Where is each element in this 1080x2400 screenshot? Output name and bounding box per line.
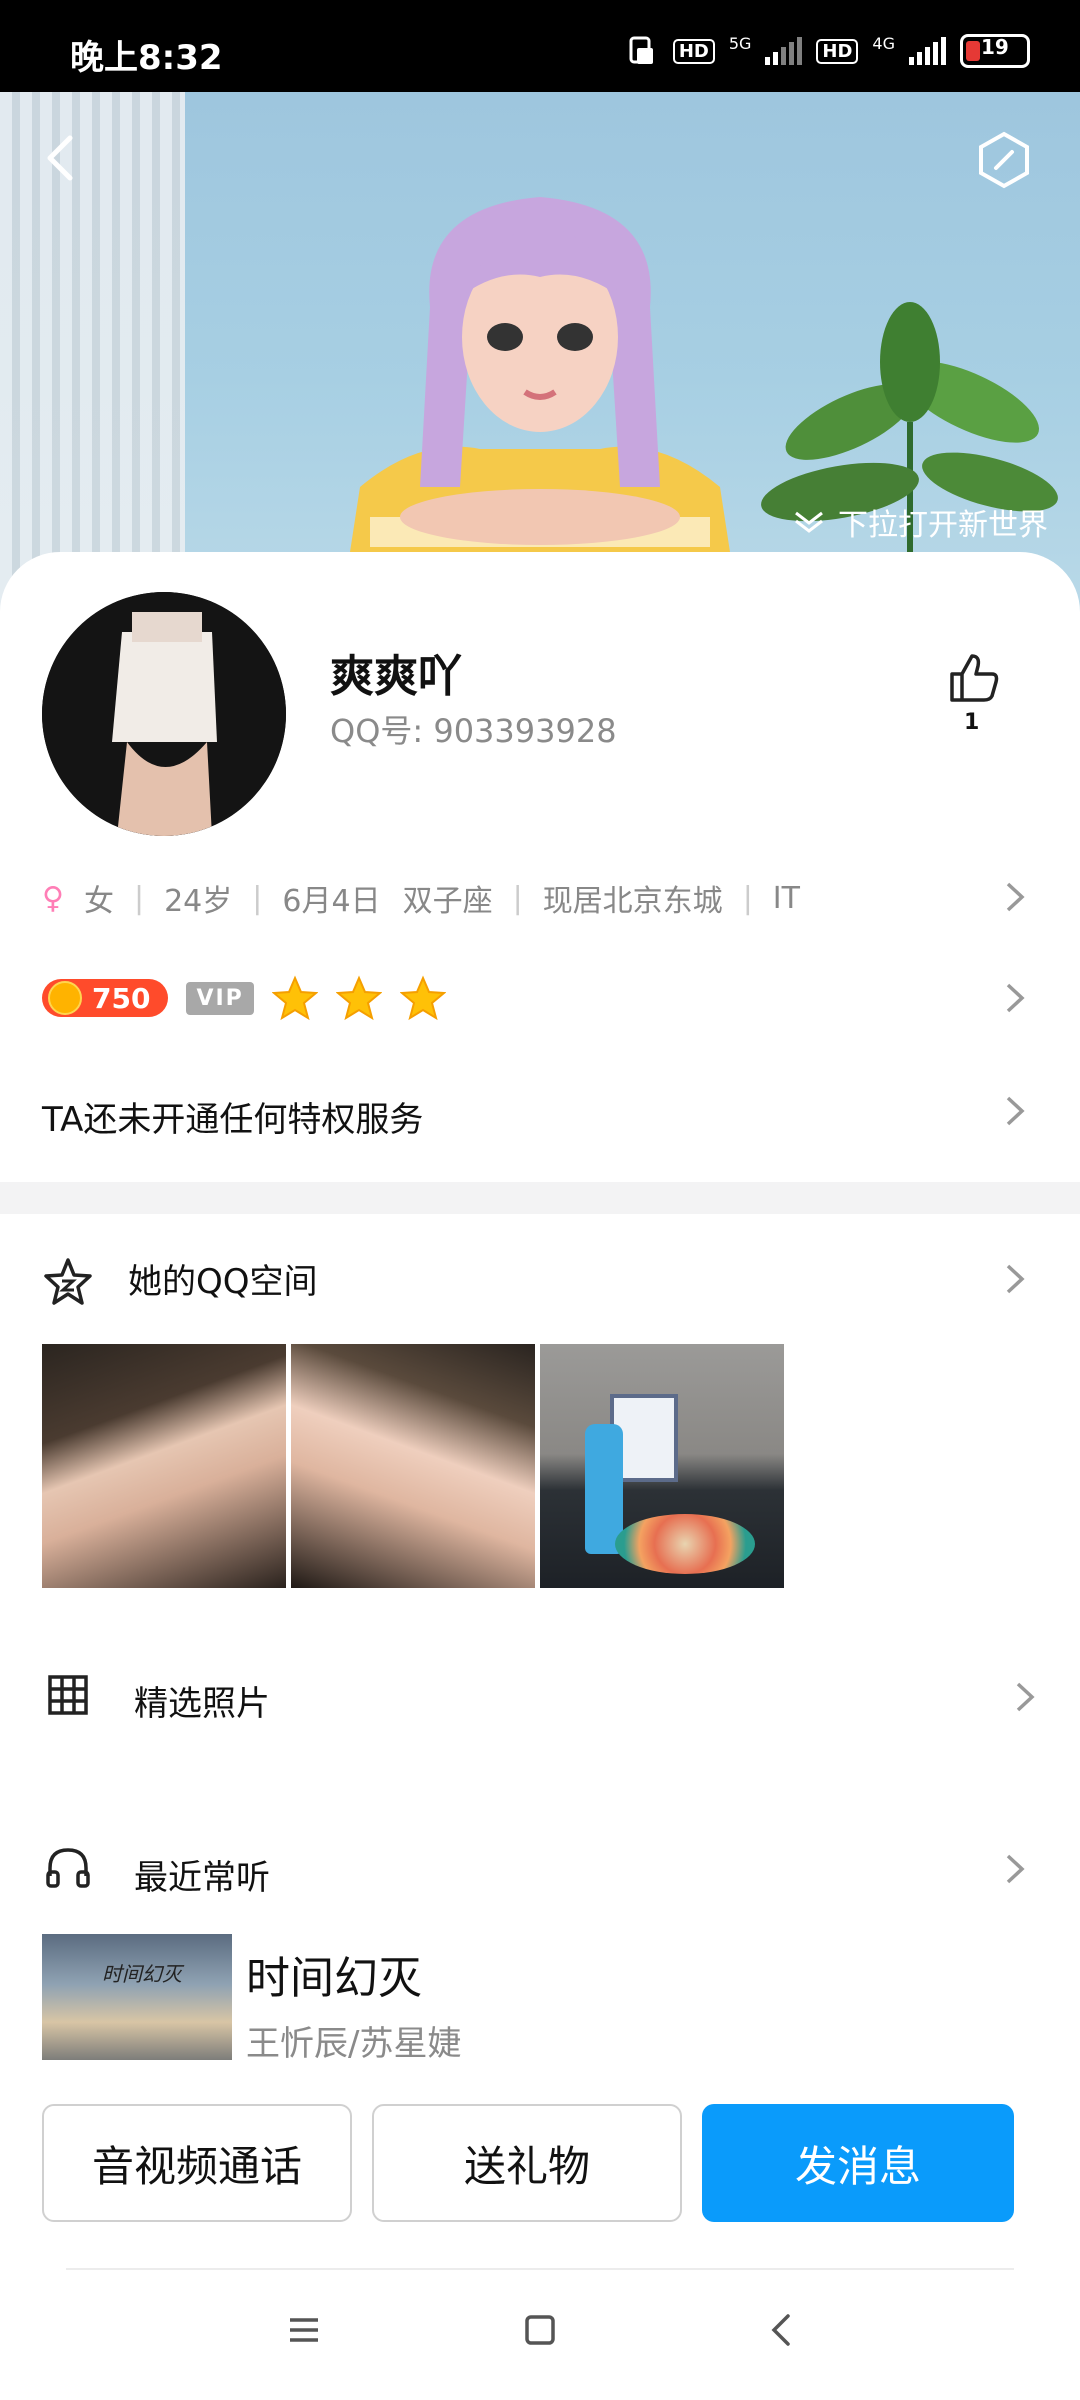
profile-banner[interactable]: 下拉打开新世界 (0, 92, 1080, 612)
section-divider (0, 1182, 1080, 1214)
status-bar: 晚上8:32 HD 5G HD 4G 19 (0, 0, 1080, 92)
age-text: 24岁 (164, 884, 233, 919)
qzone-photo[interactable] (540, 1344, 784, 1588)
zodiac-text: 双子座 (402, 884, 493, 919)
star-icon (335, 975, 382, 1021)
separator: | (742, 880, 753, 916)
profile-info-row[interactable]: ♀ 女 | 24岁 | 6月4日 双子座 | 现居北京东城 | IT (42, 876, 800, 920)
av-call-button[interactable]: 音视频通话 (42, 2104, 352, 2222)
chevron-right-icon[interactable] (1002, 880, 1028, 914)
level-points-badge: 750 (42, 979, 169, 1017)
album-cover[interactable]: 时间幻灭 (42, 1934, 232, 2060)
separator: | (133, 880, 145, 916)
location-text: 现居北京东城 (542, 884, 723, 919)
coin-icon (48, 981, 82, 1015)
qzone-star-icon (44, 1258, 92, 1305)
pull-down-hint[interactable]: 下拉打开新世界 (792, 500, 1048, 544)
menu-icon[interactable] (284, 2310, 324, 2350)
hexagon-settings-icon[interactable] (974, 130, 1034, 190)
chevron-right-icon[interactable] (1012, 1680, 1038, 1714)
double-chevron-down-icon (795, 511, 823, 533)
grid-icon (48, 1675, 88, 1715)
network-5g-label: 5G (728, 34, 752, 53)
status-icons: HD 5G HD 4G 19 (625, 34, 1030, 68)
occupation-text: IT (772, 880, 800, 916)
bottom-divider (66, 2268, 1014, 2270)
thumbs-up-icon[interactable] (946, 650, 1002, 706)
level-row[interactable]: 750 VIP (42, 975, 446, 1021)
selected-photos-title[interactable]: 精选照片 (134, 1676, 270, 1725)
album-cover-text: 时间幻灭 (102, 1962, 182, 1986)
qzone-title[interactable]: 她的QQ空间 (128, 1254, 318, 1303)
birthday-text: 6月4日 (282, 884, 381, 919)
hd-badge-2: HD (816, 38, 859, 64)
pull-hint-text: 下拉打开新世界 (838, 508, 1048, 543)
avatar[interactable] (42, 592, 286, 836)
privilege-text[interactable]: TA还未开通任何特权服务 (42, 1092, 423, 1141)
chevron-right-icon[interactable] (1002, 1852, 1028, 1886)
vip-badge: VIP (186, 981, 254, 1015)
song-title[interactable]: 时间幻灭 (246, 1942, 422, 2006)
cartoon-avatar-image (340, 197, 740, 612)
chevron-right-icon[interactable] (1002, 981, 1028, 1015)
send-message-button[interactable]: 发消息 (702, 2104, 1014, 2222)
plate-object (615, 1514, 755, 1574)
curtain-decoration (0, 92, 185, 612)
headphones-icon (46, 1848, 90, 1888)
send-gift-button[interactable]: 送礼物 (372, 2104, 682, 2222)
chevron-right-icon[interactable] (1002, 1094, 1028, 1128)
qzone-photo[interactable] (291, 1344, 535, 1588)
chevron-right-icon[interactable] (1002, 1262, 1028, 1296)
battery-level: 19 (981, 35, 1009, 59)
back-arrow-icon[interactable] (40, 132, 80, 184)
recent-music-title[interactable]: 最近常听 (134, 1850, 270, 1899)
network-4g-label: 4G (872, 34, 895, 53)
separator: | (512, 880, 523, 916)
nickname: 爽爽吖 (330, 651, 462, 702)
signal-5g-icon (765, 37, 803, 65)
home-square-icon[interactable] (520, 2310, 560, 2350)
back-nav-icon[interactable] (762, 2310, 802, 2350)
gender-text: 女 (83, 884, 114, 919)
qzone-photos (42, 1344, 784, 1588)
separator: | (252, 880, 263, 916)
battery-icon: 19 (960, 34, 1030, 68)
star-icon (271, 975, 318, 1021)
status-time: 晚上8:32 (70, 38, 223, 78)
avatar-photo (42, 592, 286, 836)
screen-rotate-icon (629, 36, 653, 64)
qq-number[interactable]: QQ号: 903393928 (330, 706, 617, 752)
like-count: 1 (964, 710, 980, 735)
song-artist: 王忻辰/苏星婕 (246, 2024, 462, 2064)
female-gender-icon: ♀ (42, 880, 64, 916)
signal-4g-icon (909, 37, 946, 65)
qzone-photo[interactable] (42, 1344, 286, 1588)
hd-badge: HD (672, 38, 715, 64)
star-icon (399, 975, 446, 1021)
level-points: 750 (92, 981, 151, 1015)
